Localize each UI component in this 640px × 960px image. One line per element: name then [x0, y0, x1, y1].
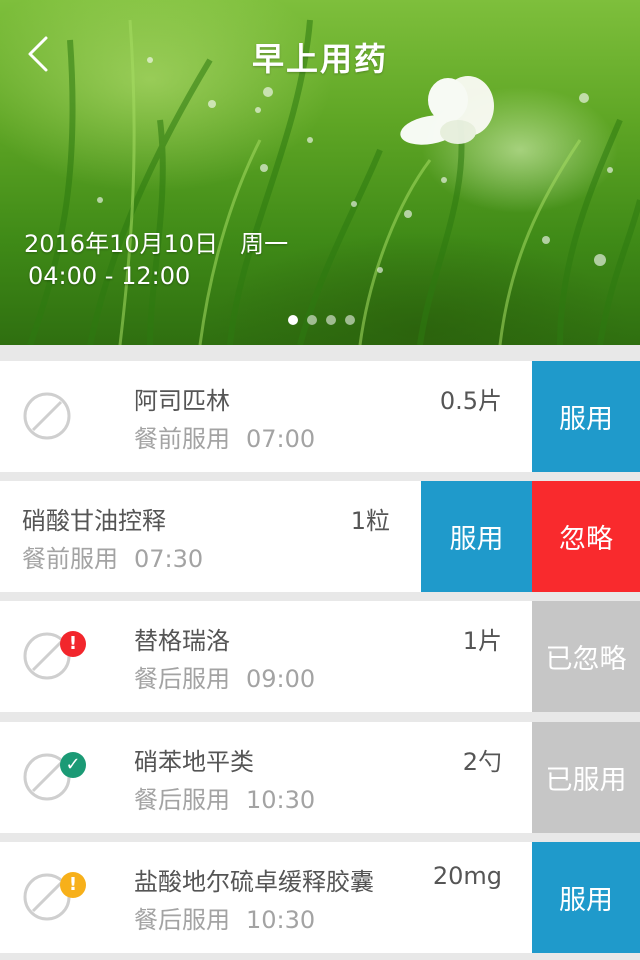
pill-icon [22, 391, 72, 441]
warning-icon: ! [60, 872, 86, 898]
medication-instruction: 餐前服用 07:30 [22, 545, 204, 573]
page-title: 早上用药 [251, 40, 388, 78]
medication-name: 替格瑞洛 [134, 627, 230, 655]
medication-time: 10:30 [246, 906, 316, 934]
medication-dose: 0.5片 [439, 387, 502, 415]
take-button[interactable]: 服用 [532, 842, 640, 953]
white-flower [400, 76, 494, 145]
medication-name: 硝苯地平类 [134, 748, 254, 776]
carousel-indicator[interactable] [288, 315, 355, 325]
date-label: 2016年10月10日 周一 [24, 230, 289, 258]
medication-name: 盐酸地尔硫卓缓释胶囊 [134, 868, 374, 896]
medication-name: 硝酸甘油控释 [22, 507, 166, 535]
medication-row[interactable]: ! 替格瑞洛 1片 餐后服用 09:00 已忽略 [0, 601, 640, 712]
medication-name: 阿司匹林 [134, 387, 230, 415]
carousel-dot[interactable] [288, 315, 298, 325]
medication-time: 07:30 [134, 545, 204, 573]
header-banner: 早上用药 2016年10月10日 周一 04:00 - 12:00 [0, 0, 640, 345]
medication-row[interactable]: 阿司匹林 0.5片 餐前服用 07:00 服用 [0, 361, 640, 472]
medication-time: 09:00 [246, 665, 316, 693]
medication-dose: 2勺 [462, 748, 502, 776]
ignored-status-button[interactable]: 已忽略 [532, 601, 640, 712]
carousel-dot[interactable] [345, 315, 355, 325]
medication-instruction: 餐后服用 10:30 [134, 786, 316, 814]
take-button[interactable]: 服用 [532, 361, 640, 472]
medication-dose: 1粒 [350, 507, 390, 535]
taken-status-button[interactable]: 已服用 [532, 722, 640, 833]
medication-instruction: 餐后服用 10:30 [134, 906, 316, 934]
take-button[interactable]: 服用 [421, 481, 532, 592]
ignore-button[interactable]: 忽略 [532, 481, 640, 592]
medication-row-swiped[interactable]: 硝酸甘油控释 1粒 餐前服用 07:30 服用 忽略 [0, 481, 640, 592]
alert-icon: ! [60, 631, 86, 657]
medication-instruction: 餐后服用 09:00 [134, 665, 316, 693]
time-range-label: 04:00 - 12:00 [28, 262, 191, 290]
medication-time: 10:30 [246, 786, 316, 814]
medication-time: 07:00 [246, 425, 316, 453]
medication-row[interactable]: ! 盐酸地尔硫卓缓释胶囊 20mg 餐后服用 10:30 服用 [0, 842, 640, 953]
carousel-dot[interactable] [326, 315, 336, 325]
weekday-label: 周一 [240, 230, 289, 258]
medication-dose: 20mg [432, 862, 502, 890]
carousel-dot[interactable] [307, 315, 317, 325]
check-icon: ✓ [60, 752, 86, 778]
medication-row[interactable]: ✓ 硝苯地平类 2勺 餐后服用 10:30 已服用 [0, 722, 640, 833]
medication-dose: 1片 [462, 627, 502, 655]
medication-instruction: 餐前服用 07:00 [134, 425, 316, 453]
